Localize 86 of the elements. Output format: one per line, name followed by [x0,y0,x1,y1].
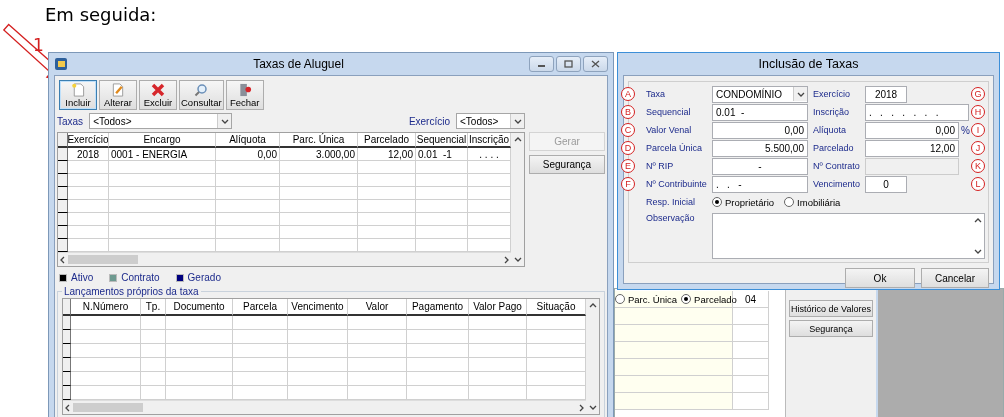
radio-label: Parcelado [694,293,737,305]
callout-marker: I [971,123,985,137]
dialog-button[interactable]: Ok [845,268,915,288]
toolbar-button[interactable]: Alterar [99,80,137,110]
input-field[interactable]: 12,00 [865,139,959,157]
legend-label: Ativo [71,272,94,283]
callout-marker: J [971,141,985,155]
table-cell: 2018 [68,148,109,161]
column-header[interactable]: Alíquota [216,133,280,148]
callout-marker: K [971,159,985,173]
action-button[interactable]: Segurança [529,155,605,174]
table-cell: 0,00 [216,148,280,161]
column-header[interactable]: N.Número [71,299,141,316]
field-label: Nº Contribuinte [646,179,708,189]
field-label: Nº Contrato [813,161,861,171]
callout-marker: C [621,123,635,137]
column-header[interactable]: Valor [348,299,407,316]
callout-marker: G [971,87,985,101]
callout-marker: D [621,141,635,155]
callout-marker: B [621,105,635,119]
input-field[interactable]: 2018 [865,85,907,103]
column-header[interactable]: Parcela [233,299,288,316]
field-label: Resp. Inicial [646,197,697,207]
toolbar-button[interactable]: Excluir [139,80,177,110]
group-title: Lançamentos próprios da taxa [63,286,200,297]
field-label: Inscrição [813,107,850,117]
column-header[interactable]: Parc. Única [280,133,358,148]
callout-marker: A [621,87,635,101]
step-number: 1 [33,35,44,55]
input-field[interactable]: . . - [712,175,808,193]
field-label: Vencimento [813,179,862,189]
toolbar-button[interactable]: Fechar [225,80,264,110]
radio-label: Imobiliária [797,196,841,208]
dropdown-field[interactable]: <Todos> [89,113,233,129]
column-header[interactable]: Exercício [68,133,109,148]
field-label: Observação [646,213,696,225]
field-label: Sequencial [646,107,692,117]
table-cell: 12,00 [358,148,416,161]
unit-label: % [960,124,969,136]
field-label: Valor Venal [646,125,693,135]
input-field[interactable]: 0,00 [865,121,959,139]
column-header[interactable]: Valor Pago [469,299,527,316]
input-field[interactable]: 0 [865,175,907,193]
window-title: Taxas de Aluguel [252,57,345,71]
toolbar-button[interactable]: Incluir [59,80,97,110]
callout-marker: F [621,177,635,191]
input-field[interactable]: 5.500,00 [712,139,808,157]
column-header[interactable]: Documento [166,299,233,316]
field-label: Nº RIP [646,161,675,171]
field-label: Exercício [813,89,851,99]
column-header[interactable]: Pagamento [407,299,469,316]
column-header[interactable]: Tp. [141,299,166,316]
input-field[interactable]: 0.01 - [712,103,808,121]
table-cell: 0001 - ENERGIA [109,148,216,161]
dialog-button[interactable]: Cancelar [921,268,989,288]
dropdown-field[interactable]: <Todos> [456,113,525,129]
column-header[interactable]: Sequencial [416,133,468,148]
column-header[interactable]: Parcelado [358,133,416,148]
column-header[interactable]: Encargo [109,133,216,148]
dialog-title: Inclusão de Taxas [757,57,860,71]
field-label: Parcelado [813,143,855,153]
legend-label: Contrato [121,272,160,283]
radio-label: Proprietário [725,196,775,208]
toolbar-button[interactable]: Consultar [179,80,224,110]
data-grid[interactable]: Exercício Encargo Alíquota Parc. Única Parcelado Sequencial Inscrição 2018 0001 - ENERGIA 0,00 3.000,00 12,00 0.01 -1 . . . . [57,132,525,267]
filter-label: Exercício [408,115,450,127]
callout-marker: L [971,177,985,191]
data-grid[interactable]: N.Número Tp. Documento Parcela Vencimento Valor Pagamento Valor Pago Situação [62,298,600,415]
field-label: Parcela Única [646,143,704,153]
input-field[interactable]: 0,00 [712,121,808,139]
input-field[interactable]: - [712,157,808,175]
table-cell: 0.01 -1 [416,148,468,161]
column-header[interactable]: Vencimento [288,299,348,316]
field-label: Taxa [646,89,666,99]
action-button[interactable]: Segurança [789,320,873,337]
action-button[interactable]: Histórico de Valores [789,300,873,317]
heading: Em seguida: [45,4,157,25]
callout-marker: H [971,105,985,119]
callout-marker: E [621,159,635,173]
legend-label: Gerado [187,272,221,283]
radio-label: Parc. Única [628,293,678,305]
table-cell: 3.000,00 [280,148,358,161]
input-field[interactable]: . . . . . . . [865,103,969,121]
field-label: Alíquota [813,125,848,135]
filter-label: Taxas [57,115,84,127]
dropdown-field[interactable]: CONDOMÍNIO [712,85,808,103]
